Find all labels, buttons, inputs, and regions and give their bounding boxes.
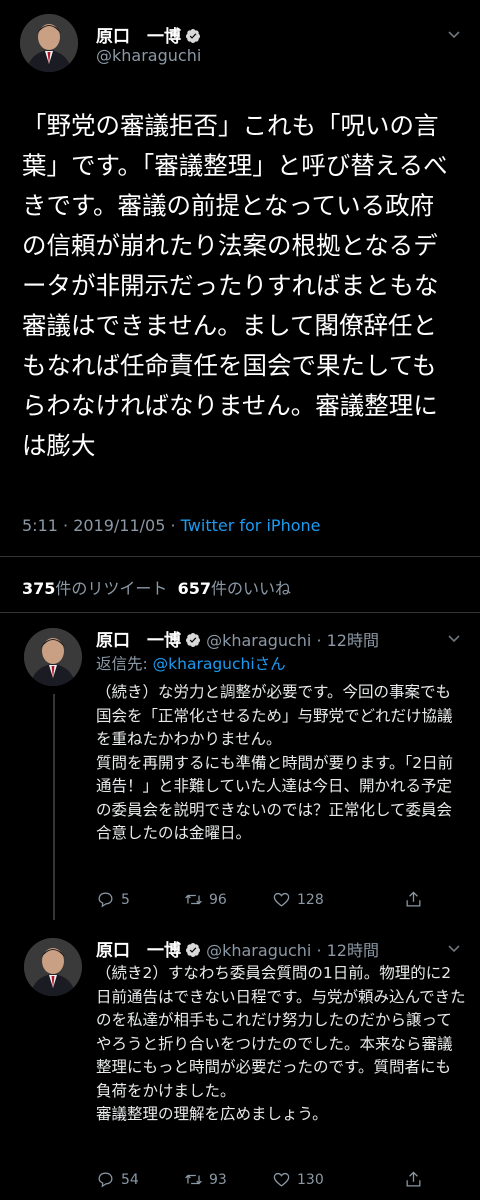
share-icon: [406, 1171, 421, 1187]
verified-badge-icon: [185, 632, 201, 648]
likes-count-link[interactable]: 657件のいいね: [178, 579, 291, 598]
likes-count: 657: [177, 579, 211, 598]
main-author-name[interactable]: 原口 一博: [96, 27, 181, 47]
reply-count: 5: [121, 891, 130, 908]
reply-handle-time[interactable]: @kharaguchi · 12時間: [206, 941, 379, 960]
reply-to-handle-link[interactable]: @kharaguchiさん: [153, 655, 286, 673]
chevron-down-icon[interactable]: [446, 630, 462, 650]
avatar-image: [24, 628, 82, 686]
like-icon: [273, 892, 290, 907]
main-author-avatar[interactable]: [20, 14, 78, 72]
reply-author-name[interactable]: 原口 一博: [96, 941, 181, 961]
main-author-handle[interactable]: @kharaguchi: [96, 46, 201, 65]
share-button[interactable]: [404, 1170, 444, 1189]
share-icon: [406, 891, 421, 907]
retweet-button[interactable]: 93: [184, 1170, 272, 1189]
reply-text: （続き2）すなわち委員会質問の1日前。物理的に2日前通告はできない日程です。与党…: [96, 964, 466, 1123]
reply-button[interactable]: 5: [96, 890, 184, 909]
share-button[interactable]: [404, 890, 444, 909]
likes-label: 件のいいね: [211, 579, 292, 598]
verified-badge-icon: [185, 28, 201, 44]
reply-actions: 5 96 128: [96, 890, 444, 909]
like-button[interactable]: 128: [272, 890, 360, 909]
engagement-counts: 375件のリツイート 657件のいいね: [22, 575, 291, 599]
reply-to-prefix: 返信先:: [96, 655, 153, 673]
like-count: 130: [297, 1171, 324, 1188]
like-count: 128: [297, 891, 324, 908]
retweet-button[interactable]: 96: [184, 890, 272, 909]
tweet-timestamp[interactable]: 5:11 · 2019/11/05 ·: [22, 516, 181, 535]
divider: [0, 612, 480, 613]
reply-icon: [98, 1172, 113, 1188]
avatar-image: [24, 938, 82, 996]
reply-header: 原口 一博 @kharaguchi · 12時間: [96, 936, 379, 961]
reply-handle-time[interactable]: @kharaguchi · 12時間: [206, 631, 379, 650]
verified-badge-icon: [185, 942, 201, 958]
avatar-image: [20, 14, 78, 72]
reply-author-avatar[interactable]: [24, 628, 82, 686]
reply-author-avatar[interactable]: [24, 938, 82, 996]
reply-header: 原口 一博 @kharaguchi · 12時間: [96, 626, 379, 651]
reply-text: （続き）な労力と調整が必要です。今回の事案でも国会を「正常化させるため」与野党で…: [96, 683, 454, 842]
reply-author-name[interactable]: 原口 一博: [96, 631, 181, 651]
reply-icon: [98, 892, 113, 908]
like-icon: [273, 1172, 290, 1187]
retweet-icon: [185, 894, 202, 905]
retweet-count: 93: [209, 1171, 227, 1188]
reply-actions: 54 93 130: [96, 1170, 444, 1189]
retweet-icon: [185, 1174, 202, 1185]
retweet-count: 96: [209, 891, 227, 908]
thread-connector-line: [53, 694, 55, 920]
chevron-down-icon[interactable]: [446, 940, 462, 960]
retweets-label: 件のリツイート: [55, 579, 168, 598]
reply-button[interactable]: 54: [96, 1170, 184, 1189]
tweet-metadata: 5:11 · 2019/11/05 · Twitter for iPhone: [22, 516, 320, 535]
chevron-down-icon[interactable]: [446, 26, 462, 46]
reply-count: 54: [121, 1171, 139, 1188]
tweet-source-link[interactable]: Twitter for iPhone: [181, 516, 321, 535]
reply-to-line: 返信先: @kharaguchiさん: [96, 652, 286, 674]
divider: [0, 556, 480, 557]
retweets-count-link[interactable]: 375件のリツイート: [22, 579, 167, 598]
retweets-count: 375: [22, 579, 56, 598]
like-button[interactable]: 130: [272, 1170, 360, 1189]
main-tweet-text: 「野党の審議拒否」これも「呪いの言葉」です。「審議整理」と呼び替えるべきです。審…: [22, 111, 448, 460]
